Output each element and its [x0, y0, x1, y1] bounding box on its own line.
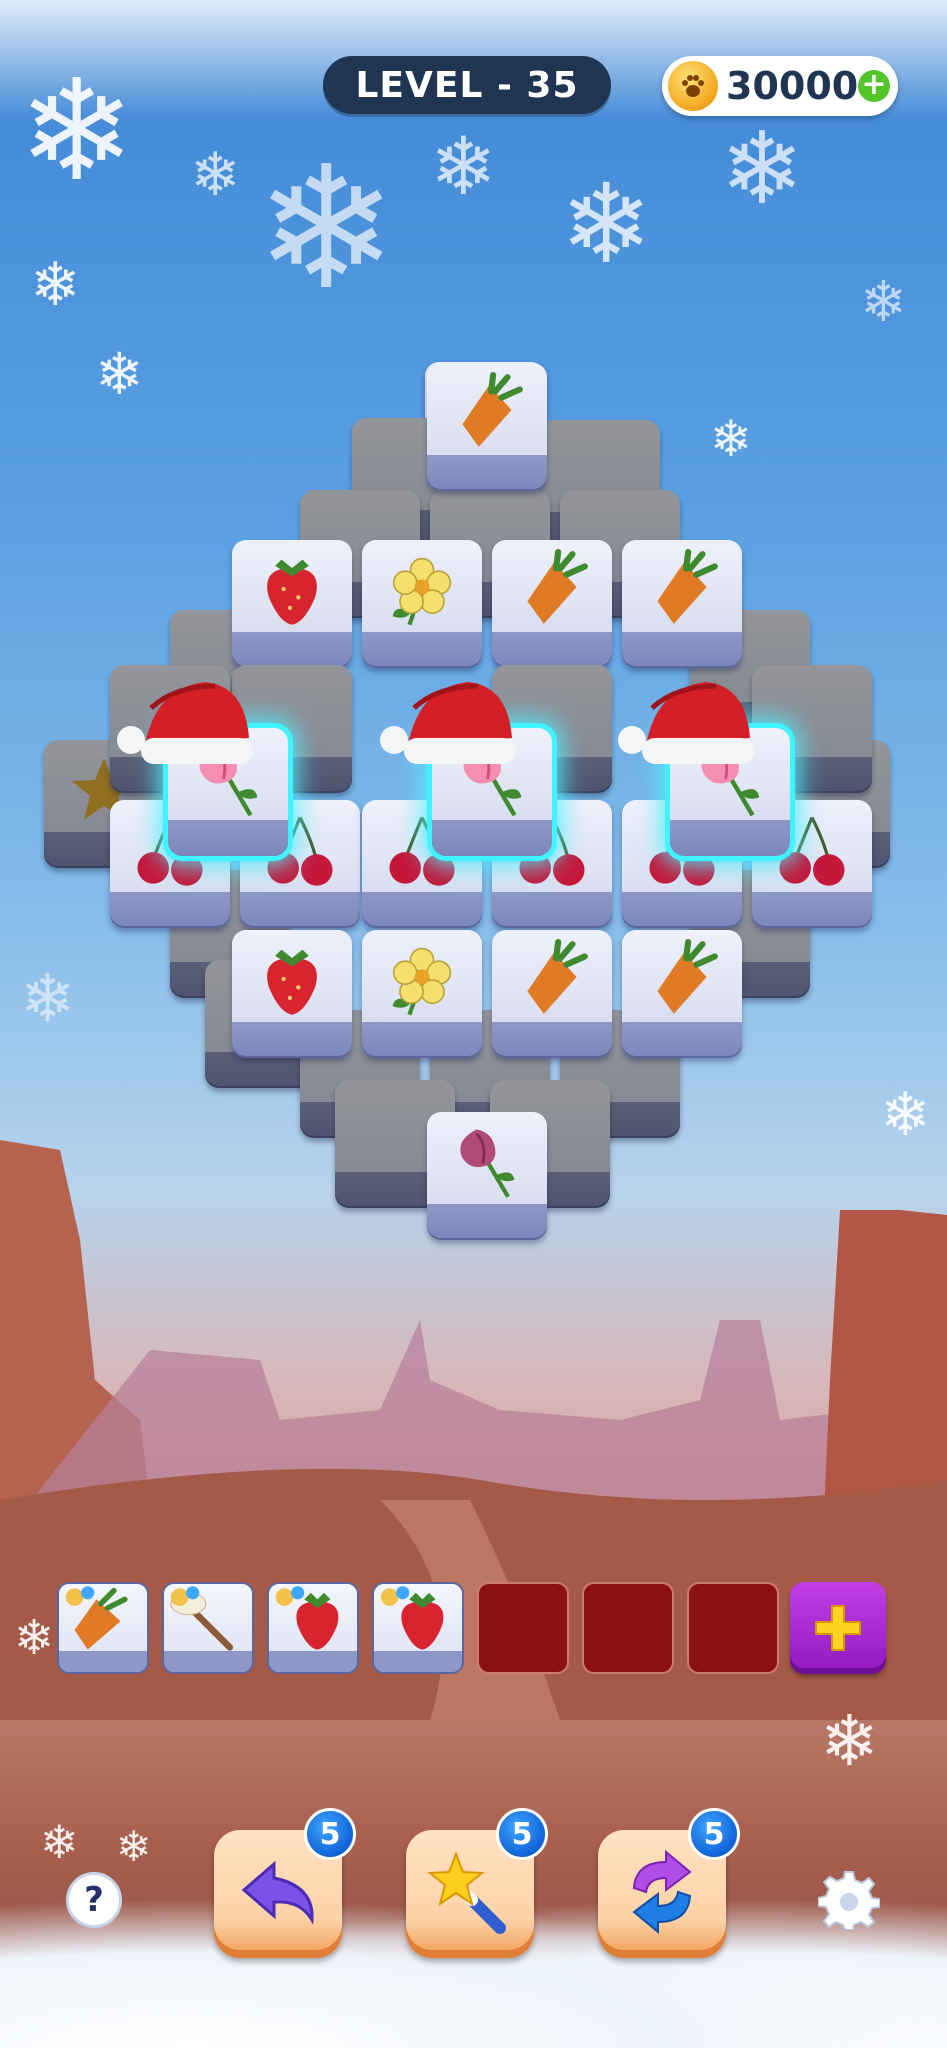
undo-button[interactable]: 5	[214, 1808, 356, 1958]
snowflake-icon: ❄	[20, 960, 76, 1037]
snowflake-icon: ❄	[720, 110, 804, 227]
snowflake-icon: ❄	[18, 50, 136, 213]
tile-strawberry[interactable]	[232, 930, 352, 1058]
carrot-icon	[437, 369, 537, 455]
magic-wand-button[interactable]: 5	[406, 1808, 548, 1958]
snowflake-icon: ❄	[95, 340, 144, 408]
coin-balance: 30000	[726, 64, 859, 108]
coin-counter[interactable]: 30000 +	[662, 56, 898, 116]
shuffle-count-badge: 5	[688, 1808, 740, 1860]
magic-wand-icon	[427, 1851, 506, 1934]
santa-hat-icon	[380, 682, 516, 764]
tile-carrot[interactable]	[492, 930, 612, 1058]
santa-hat-icon	[117, 682, 253, 764]
shuffle-icon	[632, 1849, 692, 1935]
snowflake-icon: ❄	[190, 140, 241, 210]
snowflake-icon: ❄	[255, 130, 398, 328]
add-slot-button[interactable]	[790, 1582, 886, 1674]
snowflake-icon: ❄	[820, 1700, 879, 1782]
strawberry-icon	[242, 546, 342, 632]
help-button[interactable]: ?	[66, 1872, 122, 1928]
carrot-icon	[632, 546, 732, 632]
flower-icon	[372, 546, 472, 632]
santa-hat-icon	[618, 682, 754, 764]
tray-slot-empty	[582, 1582, 674, 1674]
tray-slot-carrot	[57, 1582, 149, 1674]
tile-flower[interactable]	[362, 930, 482, 1058]
snowflake-icon: ❄	[40, 1815, 79, 1869]
gear-icon[interactable]	[818, 1868, 880, 1930]
paw-coin-icon	[668, 61, 718, 111]
snowflake-icon: ❄	[14, 1610, 55, 1666]
snowflake-icon: ❄	[860, 270, 907, 335]
tile-carrot[interactable]	[622, 930, 742, 1058]
magic-count-badge: 5	[496, 1808, 548, 1860]
tile-flower[interactable]	[362, 540, 482, 668]
tray-slot-branch	[162, 1582, 254, 1674]
tray-slot-strawberry	[372, 1582, 464, 1674]
strawberry-icon	[242, 936, 342, 1022]
snowflake-icon: ❄	[560, 160, 653, 288]
shuffle-button[interactable]: 5	[598, 1808, 740, 1958]
carrot-icon	[502, 546, 602, 632]
undo-count-badge: 5	[304, 1808, 356, 1860]
snowflake-icon: ❄	[880, 1080, 931, 1150]
level-indicator: LEVEL - 35	[323, 56, 611, 114]
carrot-icon	[502, 936, 602, 1022]
plus-icon	[815, 1605, 861, 1651]
tile-tray	[50, 1582, 896, 1682]
add-coins-button[interactable]: +	[858, 70, 890, 102]
snowflake-icon: ❄	[30, 250, 81, 320]
tile-carrot[interactable]	[427, 363, 547, 491]
snowflake-icon: ❄	[710, 410, 752, 468]
tile-carrot[interactable]	[492, 540, 612, 668]
carrot-icon	[632, 936, 732, 1022]
game-screen: ❄ ❄ ❄ ❄ ❄ ❄ ❄ ❄ ❄ ❄ ❄ ❄ ❄ ❄ ❄ ❄ LEVEL - …	[0, 0, 947, 2048]
snowflake-icon: ❄	[116, 1822, 152, 1871]
snowflake-icon: ❄	[430, 120, 498, 213]
tile-rosebud[interactable]	[427, 1112, 547, 1240]
tray-slot-strawberry	[267, 1582, 359, 1674]
tile-carrot[interactable]	[622, 540, 742, 668]
tray-slot-empty	[687, 1582, 779, 1674]
undo-arrow-icon	[241, 1860, 314, 1925]
tray-slot-empty	[477, 1582, 569, 1674]
tile-strawberry[interactable]	[232, 540, 352, 668]
flower-icon	[372, 936, 472, 1022]
rosebud-icon	[437, 1118, 537, 1204]
